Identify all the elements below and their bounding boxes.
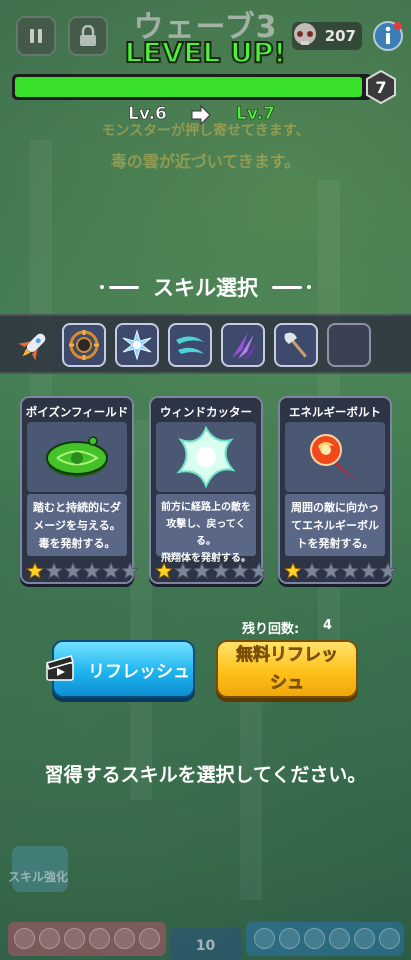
wind-blade-icon <box>176 336 204 354</box>
remaining-label: 残り回数: <box>242 622 300 637</box>
poison-field-icon <box>46 436 108 477</box>
header-ornament-left <box>100 285 139 289</box>
clapperboard-icon <box>46 655 74 681</box>
owned-skill-slot-2[interactable] <box>115 323 159 367</box>
skill-upgrade-label: スキル強化 <box>8 870 69 884</box>
refresh-button-label: リフレッシュ <box>88 661 190 682</box>
owned-skill-slot-4[interactable] <box>221 323 265 367</box>
star-empty-icon <box>83 562 101 580</box>
skill-select-header: スキル選択 <box>0 272 411 302</box>
wind-cutter-icon <box>176 425 236 489</box>
free-refresh-button[interactable]: 無料リフレッ シュ <box>216 640 358 698</box>
skill-card-desc-line: 毒を発射する。 <box>38 537 116 550</box>
free-refresh-label: 無料リフレッ シュ <box>236 641 339 697</box>
mini-skill-slot <box>279 928 300 949</box>
star-empty-icon <box>64 562 82 580</box>
info-button[interactable] <box>372 20 404 52</box>
instruction-text: 習得するスキルを選択してください。 <box>44 764 367 786</box>
star-empty-icon <box>212 562 230 580</box>
skill-select-title: スキル選択 <box>153 276 258 300</box>
star-empty-icon <box>303 562 321 580</box>
star-filled-icon <box>155 562 173 580</box>
xp-progress-fill <box>15 77 362 97</box>
level-badge-number: 7 <box>375 78 386 97</box>
wave-message-1: モンスターが押し寄せてきます、 <box>101 123 310 139</box>
mini-skill-slot <box>254 928 275 949</box>
skill-card-desc-line: 攻撃し、戻ってくる。 <box>166 519 246 547</box>
skill-card-desc-line: 踏むと持続的にダ <box>33 501 121 514</box>
header-ornament-right <box>272 285 311 289</box>
xp-progress-bar <box>12 74 372 100</box>
mini-skill-slot <box>139 928 160 949</box>
star-filled-icon <box>26 562 44 580</box>
skill-card-art <box>285 422 385 492</box>
owned-skill-slot-1[interactable] <box>62 323 106 367</box>
skill-card-title: ポイズンフィールド <box>25 405 129 419</box>
star-empty-icon <box>121 562 139 580</box>
skill-card-description: 踏むと持続的にダ メージを与える。 毒を発射する。 <box>27 494 127 556</box>
claw-icon <box>232 332 257 360</box>
star-rating <box>155 562 268 580</box>
wave-message-2: 毒の雲が近づいてきます。 <box>110 152 301 171</box>
skill-card-title: エネルギーボルト <box>289 405 381 419</box>
star-empty-icon <box>45 562 63 580</box>
level-badge: 7 <box>366 70 396 104</box>
skill-card-art <box>156 422 256 492</box>
skill-card-energy-bolt[interactable]: エネルギーボルト 周囲の敵に向かっ てエネルギーボル トを発射する。 <box>278 396 397 584</box>
skill-card-poison-field[interactable]: ポイズンフィールド 踏むと持続的にダ メージを与える。 毒を発射する。 <box>20 396 139 584</box>
mini-skill-slot <box>379 928 400 949</box>
energy-bolt-icon <box>310 434 360 484</box>
mini-skill-slot <box>64 928 85 949</box>
mini-skill-slot <box>329 928 350 949</box>
mini-skill-slot <box>14 928 35 949</box>
remaining-count: 4 <box>323 618 333 633</box>
owned-skills-row <box>0 314 411 374</box>
star-empty-icon <box>250 562 268 580</box>
star-empty-icon <box>322 562 340 580</box>
star-empty-icon <box>174 562 192 580</box>
free-refresh-label-line: 無料リフレッ <box>236 645 339 666</box>
star-empty-icon <box>102 562 120 580</box>
skill-card-desc-line: てエネルギーボル <box>291 519 379 532</box>
axe-icon <box>284 332 307 358</box>
star-empty-icon <box>193 562 211 580</box>
skill-card-desc-line: トを発射する。 <box>296 537 374 550</box>
skull-icon <box>294 23 316 45</box>
shield-ring-icon <box>69 330 99 360</box>
star-empty-icon <box>379 562 397 580</box>
star-empty-icon <box>341 562 359 580</box>
mini-skill-slot <box>89 928 110 949</box>
mini-skill-slot <box>304 928 325 949</box>
mini-skill-slot <box>114 928 135 949</box>
skill-card-desc-line: 前方に経路上の敵を <box>161 502 251 513</box>
skill-card-description: 前方に経路上の敵を 攻撃し、戻ってくる。 飛翔体を発射する。 <box>156 494 256 564</box>
owned-skill-slot-5[interactable] <box>274 323 318 367</box>
star-empty-icon <box>360 562 378 580</box>
free-refresh-label-line: シュ <box>270 673 305 694</box>
star-rating <box>26 562 139 580</box>
coin-count: 207 <box>324 27 356 45</box>
owned-skill-slot-empty <box>327 323 371 367</box>
skill-card-title: ウィンドカッター <box>160 405 252 419</box>
star-filled-icon <box>284 562 302 580</box>
skill-card-art <box>27 422 127 492</box>
mini-skill-slot <box>354 928 375 949</box>
rocket-icon <box>18 333 46 361</box>
mini-skill-slot <box>39 928 60 949</box>
star-rating <box>284 562 397 580</box>
ice-burst-icon <box>122 329 152 361</box>
skill-card-desc-line: メージを与える。 <box>33 519 121 532</box>
skill-card-desc-line: 周囲の敵に向かっ <box>291 501 379 514</box>
star-empty-icon <box>231 562 249 580</box>
owned-skill-slot-3[interactable] <box>168 323 212 367</box>
skill-card-description: 周囲の敵に向かっ てエネルギーボル トを発射する。 <box>285 494 385 556</box>
skill-card-wind-cutter[interactable]: ウィンドカッター 前方に経路上の敵を 攻撃し、戻ってくる。 飛翔体を発射する。 <box>149 396 268 584</box>
